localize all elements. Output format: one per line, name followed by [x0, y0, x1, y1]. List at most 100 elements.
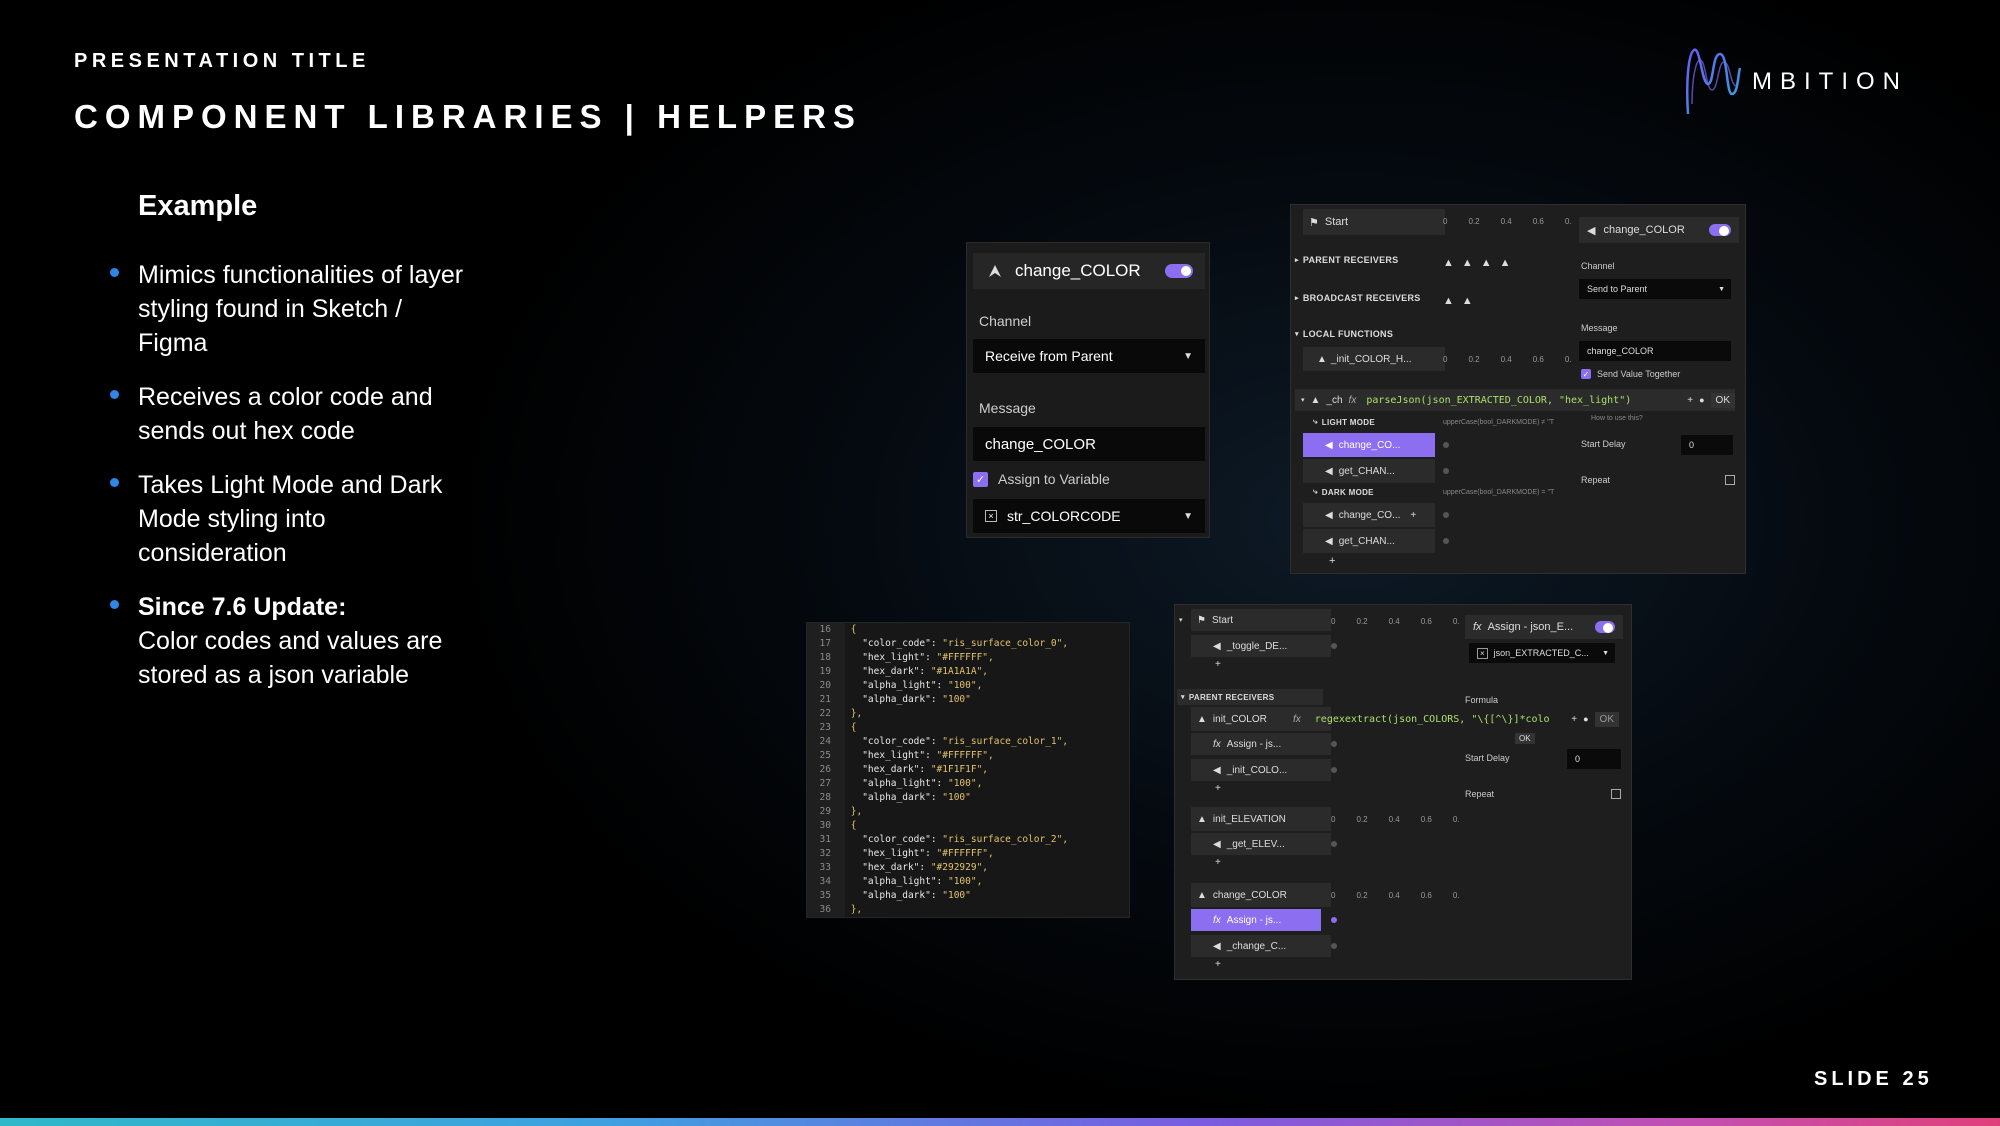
code-value: "100",	[942, 778, 983, 789]
start-row[interactable]: ▾ ⚑ Start	[1179, 609, 1331, 631]
fx-icon: fx	[1473, 621, 1482, 633]
presentation-title: PRESENTATION TITLE	[74, 50, 370, 72]
parent-receivers-header[interactable]: ▾ PARENT RECEIVERS	[1177, 689, 1323, 705]
message-input[interactable]: change_COLOR	[973, 427, 1205, 461]
bullet-text: Mimics functionalities of layer styling …	[138, 261, 464, 357]
send-together-row[interactable]: ✓ Send Value Together	[1581, 369, 1680, 379]
change-color-item[interactable]: ◀ change_CO... +	[1303, 503, 1435, 527]
code-value: "100"	[936, 890, 971, 901]
bullet-item: Mimics functionalities of layer styling …	[108, 258, 468, 360]
line-number: 29	[807, 805, 845, 819]
repeat-checkbox[interactable]	[1611, 789, 1621, 799]
parent-receivers-header[interactable]: ▸ PARENT RECEIVERS	[1295, 255, 1398, 265]
add-button[interactable]: +	[1215, 959, 1221, 970]
init-color-receiver[interactable]: ▲ init_COLOR	[1191, 707, 1331, 731]
variable-icon: ×	[1477, 647, 1488, 659]
code-line: 29 },	[807, 805, 1129, 819]
checkbox-checked-icon[interactable]: ✓	[973, 471, 988, 487]
variable-select[interactable]: × str_COLORCODE ▼	[973, 499, 1205, 533]
keyframe-dot	[1443, 538, 1449, 544]
repeat-checkbox[interactable]	[1725, 475, 1735, 485]
channel-select[interactable]: Send to Parent ▼	[1579, 279, 1731, 299]
line-number: 25	[807, 749, 845, 763]
variable-select[interactable]: × json_EXTRACTED_C... ▼	[1469, 643, 1615, 663]
line-number: 32	[807, 847, 845, 861]
change-color-receiver[interactable]: ▲ change_COLOR	[1191, 883, 1331, 907]
code-key: "hex_dark":	[862, 862, 926, 873]
enable-toggle[interactable]	[1709, 224, 1731, 236]
line-number: 16	[807, 623, 845, 637]
add-button[interactable]: +	[1215, 783, 1221, 794]
code-line: 17 "color_code": "ris_surface_color_0",	[807, 637, 1129, 651]
init-colo-item[interactable]: ◀ _init_COLO...	[1191, 759, 1331, 781]
code-value: "#FFFFFF",	[930, 652, 994, 663]
code-key: "hex_light":	[862, 848, 931, 859]
extract-color-panel: ▾ ⚑ Start 0 0.2 0.4 0.6 0. ◀ _toggle_DE... + ▾ P…	[1174, 604, 1632, 980]
init-color-function[interactable]: ▲ _init_COLOR_H...	[1303, 347, 1445, 371]
code-key: "color_code":	[862, 638, 937, 649]
get-elev-item[interactable]: ◀ _get_ELEV...	[1191, 833, 1331, 855]
send-icon: ◀	[1325, 439, 1333, 451]
repeat-label: Repeat	[1465, 789, 1495, 799]
enable-toggle[interactable]	[1595, 621, 1615, 633]
get-channel-item[interactable]: ◀ get_CHAN...	[1303, 459, 1435, 483]
code-value: "ris_surface_color_1",	[936, 736, 1069, 747]
start-delay-input[interactable]: 0	[1567, 749, 1621, 769]
bullet-text: Color codes and values are stored as a j…	[138, 627, 443, 689]
bullet-item: Takes Light Mode and Dark Mode styling i…	[108, 468, 468, 570]
ok-button[interactable]: OK	[1710, 392, 1735, 408]
code-line: 22 },	[807, 707, 1129, 721]
code-line: 21 "alpha_dark": "100"	[807, 693, 1129, 707]
assign-variable-row[interactable]: ✓ Assign to Variable	[973, 471, 1110, 487]
init-elevation-receiver[interactable]: ▲ init_ELEVATION	[1191, 807, 1331, 831]
plus-icon: +	[1571, 713, 1578, 725]
channel-select[interactable]: Receive from Parent ▼	[973, 339, 1205, 373]
bullet-list: Mimics functionalities of layer styling …	[108, 258, 468, 712]
formula-bar[interactable]: ▾ ▲ _ch fx parseJson(json_EXTRACTED_COLOR, …	[1295, 389, 1735, 411]
code-line: 35 "alpha_dark": "100"	[807, 889, 1129, 903]
bullet-bold: Since 7.6 Update:	[138, 593, 347, 621]
gradient-bar	[0, 1118, 2000, 1126]
toggle-item[interactable]: ◀ _toggle_DE...	[1191, 635, 1331, 657]
line-number: 19	[807, 665, 845, 679]
code-value: "100",	[942, 876, 983, 887]
code-value: "#1F1F1F",	[925, 764, 989, 775]
line-number: 33	[807, 861, 845, 875]
add-button[interactable]: +	[1329, 555, 1335, 567]
bullet-item: Since 7.6 Update: Color codes and values …	[108, 590, 468, 692]
start-delay-input[interactable]: 0	[1681, 435, 1733, 455]
send-icon: ◀	[1213, 640, 1221, 652]
assign-item-selected[interactable]: fx Assign - js...	[1191, 909, 1321, 931]
timeline-ruler: 0 0.2 0.4 0.6 0.	[1443, 217, 1572, 226]
ok-tooltip: OK	[1515, 733, 1535, 744]
flag-icon: ⚑	[1309, 216, 1319, 229]
line-number: 27	[807, 777, 845, 791]
code-line: 36 },	[807, 903, 1129, 917]
timeline-ruler: 0 0.2 0.4 0.6 0.	[1443, 355, 1572, 364]
add-button[interactable]: +	[1215, 659, 1221, 670]
code-key: "alpha_light":	[862, 680, 943, 691]
flag-icon: ⚑	[1197, 614, 1206, 626]
dropdown-arrow-icon: ▼	[1602, 649, 1609, 657]
local-functions-header[interactable]: ▾ LOCAL FUNCTIONS	[1295, 329, 1393, 339]
message-label: Message	[1581, 323, 1618, 333]
get-channel-item[interactable]: ◀ get_CHAN...	[1303, 529, 1435, 553]
line-number: 36	[807, 903, 845, 917]
code-brace: },	[850, 708, 863, 719]
formula-label: Formula	[1465, 695, 1499, 705]
message-input[interactable]: change_COLOR	[1579, 341, 1731, 361]
line-number: 34	[807, 875, 845, 889]
line-number: 23	[807, 721, 845, 735]
ok-button[interactable]: OK	[1594, 711, 1619, 727]
broadcast-receivers-header[interactable]: ▸ BROADCAST RECEIVERS	[1295, 293, 1421, 303]
start-row[interactable]: ⚑ Start	[1303, 209, 1445, 235]
change-c-item[interactable]: ◀ _change_C...	[1191, 935, 1331, 957]
how-to-link[interactable]: How to use this?	[1591, 415, 1643, 422]
line-number: 30	[807, 819, 845, 833]
add-button[interactable]: +	[1215, 857, 1221, 868]
change-color-item[interactable]: ◀ change_CO...	[1303, 433, 1435, 457]
code-key: "hex_dark":	[862, 666, 926, 677]
enable-toggle[interactable]	[1165, 264, 1193, 278]
assign-item[interactable]: fx Assign - js...	[1191, 733, 1331, 755]
code-value: "ris_surface_color_0",	[936, 638, 1069, 649]
